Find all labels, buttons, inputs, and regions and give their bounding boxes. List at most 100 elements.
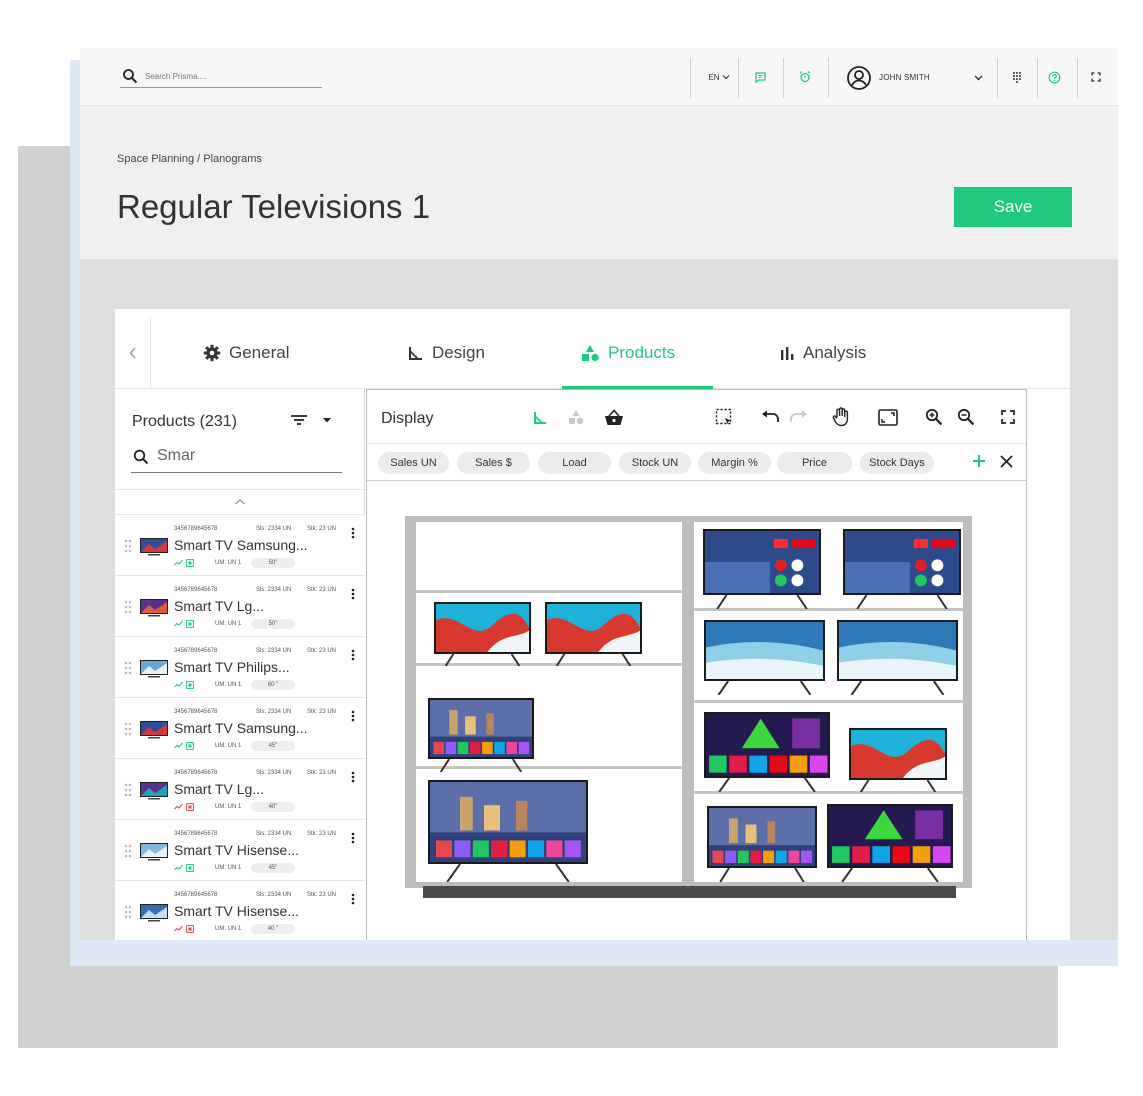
help-button[interactable] — [1046, 68, 1062, 86]
chip-margin[interactable]: Margin % — [698, 452, 771, 474]
tv-product-on-shelf[interactable] — [428, 698, 534, 777]
more-vertical-icon[interactable] — [351, 710, 355, 722]
close-icon — [1000, 455, 1013, 468]
tab-general[interactable]: General — [203, 333, 289, 373]
more-vertical-icon[interactable] — [351, 893, 355, 905]
chevron-down-icon — [722, 75, 729, 80]
fullscreen-button[interactable] — [1088, 68, 1104, 86]
clear-metrics-button[interactable] — [1000, 455, 1013, 473]
shelf — [415, 590, 683, 593]
page-title: Regular Televisions 1 — [117, 188, 431, 225]
drag-handle-icon[interactable] — [124, 783, 132, 797]
tv-product-on-shelf[interactable] — [545, 602, 642, 671]
breadcrumb[interactable]: Space Planning / Planograms — [117, 153, 262, 165]
design-mode-button[interactable] — [530, 407, 550, 427]
zoom-in-button[interactable] — [924, 407, 944, 427]
language-selector[interactable]: EN — [706, 68, 732, 86]
select-area-button[interactable] — [714, 407, 734, 427]
tab-products[interactable]: Products — [580, 333, 675, 373]
chat-button[interactable] — [751, 68, 769, 86]
product-item[interactable]: 3456789645678 Sls: 2334 UN Stk: 23 UN Smart… — [115, 637, 365, 698]
tv-product-on-shelf[interactable] — [707, 806, 817, 887]
tv-product-on-shelf[interactable] — [704, 712, 830, 797]
product-code: 3456789645678 — [174, 526, 218, 532]
stock-value: Stk: 23 UN — [307, 709, 337, 715]
product-search-input[interactable] — [157, 447, 337, 465]
sales-value: Sls: 2334 UN — [256, 770, 292, 776]
filter-menu[interactable] — [290, 413, 332, 432]
tv-product-on-shelf[interactable] — [843, 529, 961, 614]
alarm-button[interactable] — [796, 68, 814, 86]
tab-analysis[interactable]: Analysis — [780, 333, 866, 373]
zoom-out-button[interactable] — [956, 407, 976, 427]
drag-handle-icon[interactable] — [124, 600, 132, 614]
screen-size-badge: 60 " — [251, 680, 295, 690]
product-item[interactable]: 3456789645678 Sls: 2334 UN Stk: 23 UN Smart… — [115, 576, 365, 637]
fit-screen-icon — [878, 408, 898, 426]
caret-down-icon — [323, 418, 332, 423]
tv-product-on-shelf[interactable] — [827, 804, 953, 887]
user-name[interactable]: JOHN SMITH — [879, 73, 930, 82]
tv-product-on-shelf[interactable] — [837, 620, 958, 700]
drag-handle-icon[interactable] — [124, 722, 132, 736]
tv-product-on-shelf[interactable] — [849, 728, 947, 797]
more-vertical-icon[interactable] — [351, 832, 355, 844]
chip-sales-un[interactable]: Sales UN — [378, 452, 449, 474]
search-input[interactable] — [145, 68, 315, 84]
metric-chips: Sales UN Sales $ Load Stock UN Margin % … — [367, 444, 1026, 481]
more-vertical-icon[interactable] — [351, 649, 355, 661]
expand-button[interactable] — [998, 407, 1018, 427]
product-item[interactable]: 3456789645678 Sls: 2334 UN Stk: 23 UN Smart… — [115, 698, 365, 759]
drag-handle-icon[interactable] — [124, 905, 132, 919]
apps-grid-icon — [1013, 72, 1021, 83]
tv-product-on-shelf[interactable] — [428, 780, 588, 887]
tab-label: Products — [608, 343, 676, 362]
fit-to-screen-button[interactable] — [878, 407, 898, 427]
basket-mode-button[interactable] — [604, 407, 624, 427]
apps-button[interactable] — [1009, 68, 1025, 86]
product-item[interactable]: 3456789645678 Sls: 2334 UN Stk: 23 UN Smart… — [115, 515, 365, 576]
trend-icon — [174, 559, 183, 566]
chip-sales-amount[interactable]: Sales $ — [457, 452, 530, 474]
screen-size-badge: 45" — [251, 863, 295, 873]
redo-button[interactable] — [788, 407, 808, 427]
ruler-icon — [533, 411, 546, 424]
scroll-up-button[interactable] — [115, 489, 365, 515]
drag-handle-icon[interactable] — [124, 661, 132, 675]
tv-product-on-shelf[interactable] — [704, 620, 825, 700]
product-code: 3456789645678 — [174, 892, 218, 898]
product-item[interactable]: 3456789645678 Sls: 2334 UN Stk: 23 UN Smart… — [115, 759, 365, 820]
user-menu-toggle[interactable] — [972, 68, 984, 86]
tv-thumbnail — [140, 782, 168, 800]
search-icon[interactable] — [122, 68, 138, 84]
more-vertical-icon[interactable] — [351, 771, 355, 783]
chip-price[interactable]: Price — [777, 452, 852, 474]
save-button[interactable]: Save — [954, 187, 1072, 227]
planogram-canvas[interactable] — [367, 482, 1026, 940]
sales-value: Sls: 2334 UN — [256, 526, 292, 532]
status-badges — [174, 742, 194, 750]
more-vertical-icon[interactable] — [351, 527, 355, 539]
tab-design[interactable]: Design — [408, 333, 485, 373]
chip-stock-un[interactable]: Stock UN — [619, 452, 691, 474]
shapes-mode-button[interactable] — [566, 407, 586, 427]
tv-product-on-shelf[interactable] — [703, 529, 821, 614]
status-badges — [174, 803, 194, 811]
status-badges — [174, 864, 194, 872]
drag-handle-icon[interactable] — [124, 539, 132, 553]
tv-product-on-shelf[interactable] — [434, 602, 531, 671]
user-avatar[interactable] — [846, 65, 872, 91]
filter-icon — [291, 415, 307, 425]
chip-load[interactable]: Load — [538, 452, 611, 474]
product-item[interactable]: 3456789645678 Sls: 2334 UN Stk: 23 UN Smart… — [115, 820, 365, 881]
back-button[interactable] — [115, 317, 151, 389]
basket-icon — [605, 408, 623, 425]
app-window: EN JOHN SMITH — [80, 48, 1118, 940]
chip-stock-days[interactable]: Stock Days — [860, 452, 934, 474]
more-vertical-icon[interactable] — [351, 588, 355, 600]
pan-button[interactable] — [831, 407, 851, 427]
product-item[interactable]: 3456789645678 Sls: 2334 UN Stk: 23 UN Smart… — [115, 881, 365, 940]
add-metric-button[interactable] — [972, 454, 986, 473]
undo-button[interactable] — [760, 407, 780, 427]
drag-handle-icon[interactable] — [124, 844, 132, 858]
